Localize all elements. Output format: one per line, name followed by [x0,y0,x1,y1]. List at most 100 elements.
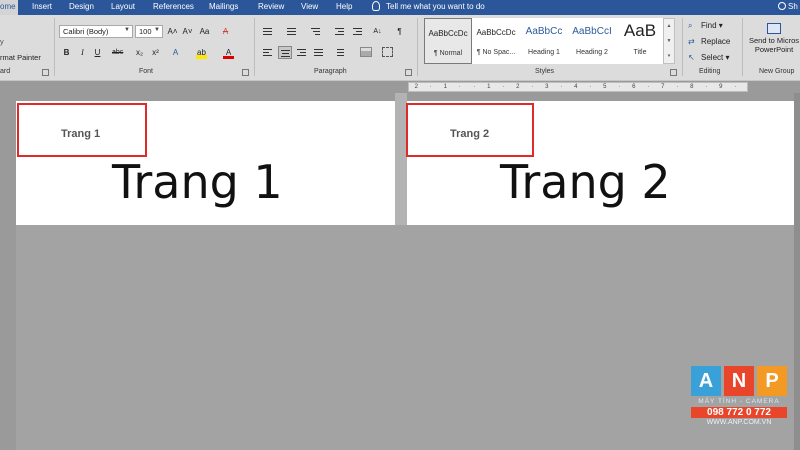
align-left-icon[interactable] [262,48,273,57]
ribbon-home: y rmat Painter ard Calibri (Body) ▼ 100 ▼ … [0,15,800,81]
borders-icon[interactable] [382,47,393,57]
magnifier-icon: ⌕ [688,21,693,30]
user-account[interactable]: Sh [778,2,798,11]
page-1-body[interactable]: Trang 1 [112,155,283,209]
paragraph-launcher-icon[interactable] [405,69,412,76]
grow-font-button[interactable]: A˄ [167,25,178,38]
ruler-mark: · [429,84,432,90]
select-label: Select [701,53,724,62]
font-size-combo[interactable]: 100 ▼ [135,25,163,38]
ruler-mark: 2 [414,84,418,90]
text-effects-button[interactable]: A [170,46,181,59]
style-title[interactable]: AaB Title [616,18,664,64]
strikethrough-button[interactable]: abc [112,46,123,59]
ruler-mark: 1 [443,84,447,90]
decrease-indent-icon[interactable] [334,27,345,36]
tell-me-text: Tell me what you want to do [386,2,485,11]
justify-icon[interactable] [313,48,324,57]
numbering-icon[interactable] [286,27,297,36]
shading-icon[interactable] [360,47,372,57]
style-sample: AaBbCcI [572,26,612,37]
style-heading-2[interactable]: AaBbCcI Heading 2 [568,18,616,64]
style-sample: AaB [623,21,657,40]
style-heading-1[interactable]: AaBbCc Heading 1 [520,18,568,64]
send-to-powerpoint-button[interactable]: Send to Micros PowerPoint [748,23,800,54]
page-2-body[interactable]: Trang 2 [500,155,671,209]
more-styles-icon[interactable]: ▾ [664,49,674,64]
tab-help[interactable]: Help [336,2,352,11]
vertical-scrollbar[interactable] [794,93,800,450]
chevron-down-icon: ▼ [154,27,160,33]
new-group-label: New Group [759,68,795,75]
bold-button[interactable]: B [61,46,72,59]
highlight-color-button[interactable]: ab [196,46,207,59]
ruler-mark: 2 [516,84,520,90]
copy-button[interactable]: y [0,37,4,46]
tab-home[interactable]: ome [0,0,18,15]
chevron-down-icon: ▼ [124,27,130,33]
ruler-mark: · [734,84,737,90]
change-case-button[interactable]: Aa [199,25,210,38]
chevron-down-icon[interactable]: ▼ [664,34,674,49]
clipboard-launcher-icon[interactable] [42,69,49,76]
user-name: Sh [788,2,798,11]
increase-indent-icon[interactable] [352,27,363,36]
align-right-icon[interactable] [296,48,307,57]
ruler-strip[interactable]: 2 · 1 · · 1 · 2 · 3 · 4 · 5 · 6 · 7 · 8 · 9 · 10 [408,82,748,92]
ribbon-tab-bar: ome Insert Design Layout References Mail… [0,0,800,15]
bullets-icon[interactable] [262,27,273,36]
style-no-spacing[interactable]: AaBbCcDc ¶ No Spac... [472,18,520,64]
cursor-icon: ↖ [688,53,695,62]
select-button[interactable]: ↖ Select ▾ [688,53,729,62]
show-formatting-button[interactable]: ¶ [394,25,405,38]
tab-design[interactable]: Design [69,2,94,11]
styles-launcher-icon[interactable] [670,69,677,76]
ruler-mark: · [531,84,534,90]
font-group-label: Font [139,68,154,75]
group-separator [682,18,683,76]
multilevel-list-icon[interactable] [310,27,321,36]
replace-icon: ⇄ [688,37,695,46]
send-line-2: PowerPoint [754,45,794,54]
logo-letter-a: A [691,366,721,396]
shrink-font-button[interactable]: A˅ [182,25,193,38]
style-normal[interactable]: AaBbCcDc ¶ Normal [424,18,472,64]
tab-view[interactable]: View [301,2,318,11]
ruler-mark: · [676,84,679,90]
ruler-mark: · [560,84,563,90]
align-center-icon[interactable] [278,46,292,59]
styles-gallery-scroll[interactable]: ▲ ▼ ▾ [663,18,675,64]
font-name-value: Calibri (Body) [63,27,109,36]
font-color-button[interactable]: A [223,46,234,59]
ruler-mark: · [473,84,476,90]
anp-watermark-logo: A N P MÁY TÍNH - CAMERA 098 772 0 772 WW… [691,366,787,426]
subscript-button[interactable]: x₂ [134,46,145,59]
tab-layout[interactable]: Layout [111,2,135,11]
ruler-mark: 1 [487,84,491,90]
replace-button[interactable]: ⇄ Replace [688,37,730,46]
powerpoint-icon [767,23,781,34]
tab-review[interactable]: Review [258,2,284,11]
logo-letter-p: P [757,366,787,396]
format-painter-button[interactable]: rmat Painter [0,53,41,62]
line-spacing-icon[interactable] [334,48,345,57]
send-line-1: Send to Micros [748,36,800,45]
font-name-combo[interactable]: Calibri (Body) ▼ [59,25,133,38]
sort-button[interactable]: A↓ [372,25,383,38]
group-separator [417,18,418,76]
underline-button[interactable]: U [92,46,103,59]
font-launcher-icon[interactable] [242,69,249,76]
group-separator [742,18,743,76]
clear-formatting-button[interactable]: A [220,25,231,38]
tab-insert[interactable]: Insert [32,2,52,11]
chevron-up-icon[interactable]: ▲ [664,19,674,34]
ruler-mark: 7 [661,84,665,90]
tell-me-search[interactable]: Tell me what you want to do [372,1,485,11]
replace-label: Replace [701,37,731,46]
lightbulb-icon [372,1,380,11]
italic-button[interactable]: I [77,46,88,59]
tab-references[interactable]: References [153,2,194,11]
superscript-button[interactable]: x² [150,46,161,59]
tab-mailings[interactable]: Mailings [209,2,238,11]
find-button[interactable]: ⌕ Find ▾ [688,21,723,31]
